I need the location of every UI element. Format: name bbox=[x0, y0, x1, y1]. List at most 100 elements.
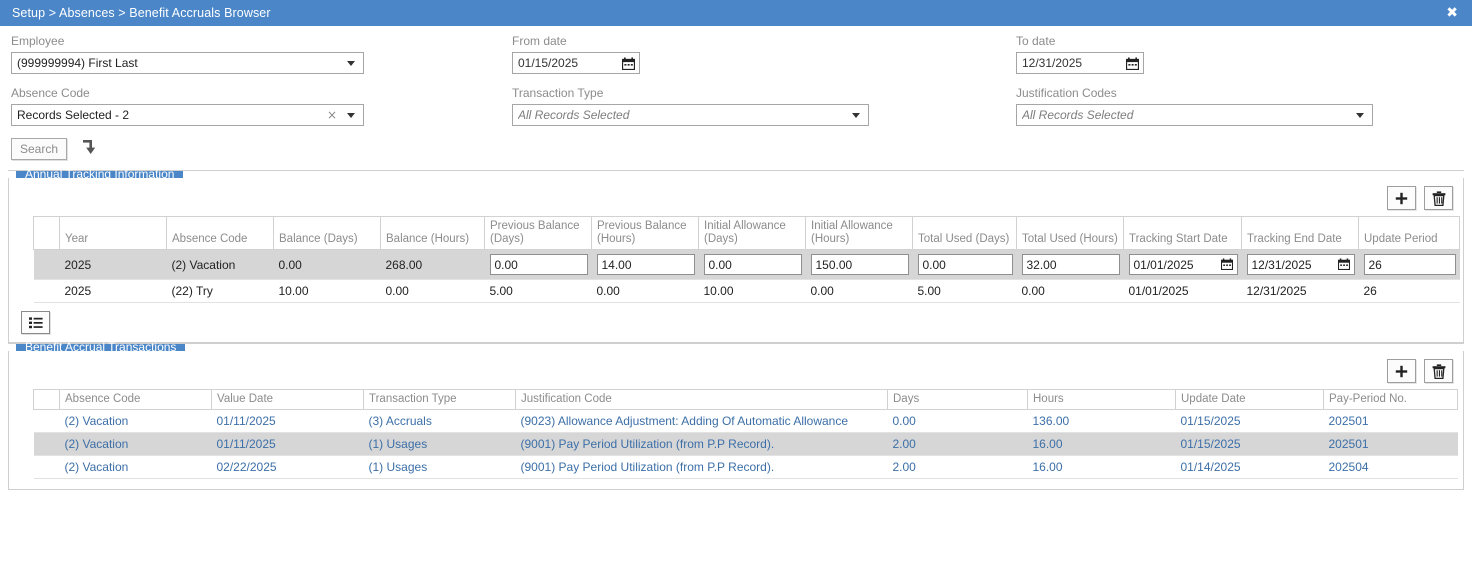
transaction-type-select[interactable]: All Records Selected bbox=[512, 104, 869, 126]
input-tracking-end-date[interactable]: 12/31/2025 bbox=[1252, 258, 1338, 272]
calendar-icon[interactable] bbox=[1220, 258, 1234, 271]
calendar-icon[interactable] bbox=[622, 57, 635, 70]
list-view-button[interactable] bbox=[21, 311, 50, 334]
cell-previous-balance-days[interactable]: 0.00 bbox=[484, 249, 592, 280]
employee-value: (999999994) First Last bbox=[17, 56, 138, 70]
col-header-hours[interactable]: Hours bbox=[1027, 389, 1176, 410]
add-row-button[interactable] bbox=[1387, 186, 1416, 210]
col-header-transaction-type[interactable]: Transaction Type bbox=[363, 389, 516, 410]
row-selector[interactable] bbox=[33, 432, 60, 456]
input-update-period[interactable]: 26 bbox=[1369, 258, 1452, 272]
cell-transaction-type: (1) Usages bbox=[363, 432, 516, 456]
calendar-icon[interactable] bbox=[1126, 57, 1139, 70]
cell-absence-code: (22) Try bbox=[166, 279, 274, 303]
input-previous-balance-days[interactable]: 0.00 bbox=[495, 258, 584, 272]
chevron-down-icon[interactable] bbox=[347, 112, 355, 118]
col-header-update-date[interactable]: Update Date bbox=[1175, 389, 1324, 410]
chevron-down-icon[interactable] bbox=[1356, 112, 1364, 118]
transaction-type-value: All Records Selected bbox=[518, 108, 630, 122]
cell-total-used-days[interactable]: 0.00 bbox=[912, 249, 1017, 280]
annual-tracking-tabwrap: Annual Tracking Information bbox=[8, 168, 1464, 180]
col-header-initial-allowance-days[interactable]: Initial Allowance (Days) bbox=[698, 216, 806, 250]
col-header-balance-days[interactable]: Balance (Days) bbox=[273, 216, 381, 250]
row-selector[interactable] bbox=[33, 409, 60, 433]
absence-code-label: Absence Code bbox=[11, 86, 90, 100]
col-header-tracking-start-date[interactable]: Tracking Start Date bbox=[1123, 216, 1242, 250]
cell-previous-balance-hours[interactable]: 14.00 bbox=[591, 249, 699, 280]
justification-codes-select[interactable]: All Records Selected bbox=[1016, 104, 1373, 126]
input-tracking-start-date[interactable]: 01/01/2025 bbox=[1134, 258, 1221, 272]
transactions-bottom-spacer bbox=[9, 479, 1463, 489]
table-row[interactable]: 2025 (2) Vacation 0.00 268.00 0.00 14.00… bbox=[33, 249, 1460, 280]
trash-icon bbox=[1432, 363, 1445, 379]
table-row[interactable]: (2) Vacation 01/11/2025 (1) Usages (9001… bbox=[33, 432, 1458, 456]
absence-code-select[interactable]: Records Selected - 2 × bbox=[11, 104, 364, 126]
cell-year: 2025 bbox=[59, 249, 167, 280]
col-header-tracking-end-date[interactable]: Tracking End Date bbox=[1241, 216, 1359, 250]
cell-previous-balance-hours: 0.00 bbox=[591, 279, 699, 303]
cell-tracking-end-date: 12/31/2025 bbox=[1241, 279, 1359, 303]
cell-update-date: 01/15/2025 bbox=[1175, 409, 1324, 433]
col-header-days[interactable]: Days bbox=[887, 389, 1028, 410]
row-selector[interactable] bbox=[33, 455, 60, 479]
cell-initial-allowance-hours: 0.00 bbox=[805, 279, 913, 303]
col-header-select[interactable] bbox=[33, 216, 60, 250]
clear-icon[interactable]: × bbox=[327, 108, 337, 122]
from-date-field[interactable]: 01/15/2025 bbox=[512, 52, 640, 74]
close-icon[interactable]: ✖ bbox=[1442, 4, 1462, 22]
col-header-previous-balance-hours[interactable]: Previous Balance (Hours) bbox=[591, 216, 699, 250]
cell-tracking-start-date[interactable]: 01/01/2025 bbox=[1123, 249, 1242, 280]
cell-tracking-end-date[interactable]: 12/31/2025 bbox=[1241, 249, 1359, 280]
cell-total-used-hours[interactable]: 32.00 bbox=[1016, 249, 1124, 280]
cell-total-used-hours: 0.00 bbox=[1016, 279, 1124, 303]
input-previous-balance-hours[interactable]: 14.00 bbox=[602, 258, 691, 272]
input-initial-allowance-hours[interactable]: 150.00 bbox=[816, 258, 905, 272]
cell-days: 0.00 bbox=[887, 409, 1028, 433]
col-header-total-used-hours[interactable]: Total Used (Hours) bbox=[1016, 216, 1124, 250]
table-row[interactable]: (2) Vacation 02/22/2025 (1) Usages (9001… bbox=[33, 455, 1458, 479]
cell-days: 2.00 bbox=[887, 432, 1028, 456]
row-selector[interactable] bbox=[33, 249, 60, 280]
employee-select[interactable]: (999999994) First Last bbox=[11, 52, 364, 74]
justification-codes-label: Justification Codes bbox=[1016, 86, 1117, 100]
calendar-icon[interactable] bbox=[1337, 258, 1351, 271]
cell-value-date: 01/11/2025 bbox=[211, 409, 364, 433]
input-total-used-hours[interactable]: 32.00 bbox=[1027, 258, 1116, 272]
cell-update-date: 01/14/2025 bbox=[1175, 455, 1324, 479]
col-header-absence-code[interactable]: Absence Code bbox=[166, 216, 274, 250]
col-header-previous-balance-days[interactable]: Previous Balance (Days) bbox=[484, 216, 592, 250]
col-header-select[interactable] bbox=[33, 389, 60, 410]
col-header-total-used-days[interactable]: Total Used (Days) bbox=[912, 216, 1017, 250]
cell-initial-allowance-hours[interactable]: 150.00 bbox=[805, 249, 913, 280]
cell-absence-code: (2) Vacation bbox=[59, 455, 212, 479]
chevron-down-icon[interactable] bbox=[347, 60, 355, 66]
col-header-value-date[interactable]: Value Date bbox=[211, 389, 364, 410]
input-initial-allowance-days[interactable]: 0.00 bbox=[709, 258, 798, 272]
col-header-absence-code[interactable]: Absence Code bbox=[59, 389, 212, 410]
col-header-balance-hours[interactable]: Balance (Hours) bbox=[380, 216, 485, 250]
cell-update-period[interactable]: 26 bbox=[1358, 249, 1460, 280]
to-date-filter: To date 12/31/2025 bbox=[1016, 34, 1144, 74]
col-header-justification-code[interactable]: Justification Code bbox=[515, 389, 888, 410]
col-header-pay-period-no[interactable]: Pay-Period No. bbox=[1323, 389, 1458, 410]
table-row[interactable]: (2) Vacation 01/11/2025 (3) Accruals (90… bbox=[33, 409, 1458, 433]
chevron-down-icon[interactable] bbox=[852, 112, 860, 118]
input-total-used-days[interactable]: 0.00 bbox=[923, 258, 1009, 272]
row-selector[interactable] bbox=[33, 279, 60, 303]
search-button[interactable]: Search bbox=[11, 138, 67, 160]
cell-balance-days: 0.00 bbox=[273, 249, 381, 280]
cell-pay-period-no: 202504 bbox=[1323, 455, 1458, 479]
delete-row-button[interactable] bbox=[1424, 186, 1453, 210]
justification-codes-value: All Records Selected bbox=[1022, 108, 1134, 122]
download-arrow-icon[interactable] bbox=[81, 139, 97, 159]
annual-tracking-header-row: Year Absence Code Balance (Days) Balance… bbox=[33, 216, 1460, 250]
table-row[interactable]: 2025 (22) Try 10.00 0.00 5.00 0.00 10.00… bbox=[33, 279, 1460, 303]
col-header-year[interactable]: Year bbox=[59, 216, 167, 250]
to-date-field[interactable]: 12/31/2025 bbox=[1016, 52, 1144, 74]
cell-value-date: 01/11/2025 bbox=[211, 432, 364, 456]
cell-initial-allowance-days[interactable]: 0.00 bbox=[698, 249, 806, 280]
col-header-update-period[interactable]: Update Period bbox=[1358, 216, 1460, 250]
delete-transaction-button[interactable] bbox=[1424, 359, 1453, 383]
col-header-initial-allowance-hours[interactable]: Initial Allowance (Hours) bbox=[805, 216, 913, 250]
add-transaction-button[interactable] bbox=[1387, 359, 1416, 383]
